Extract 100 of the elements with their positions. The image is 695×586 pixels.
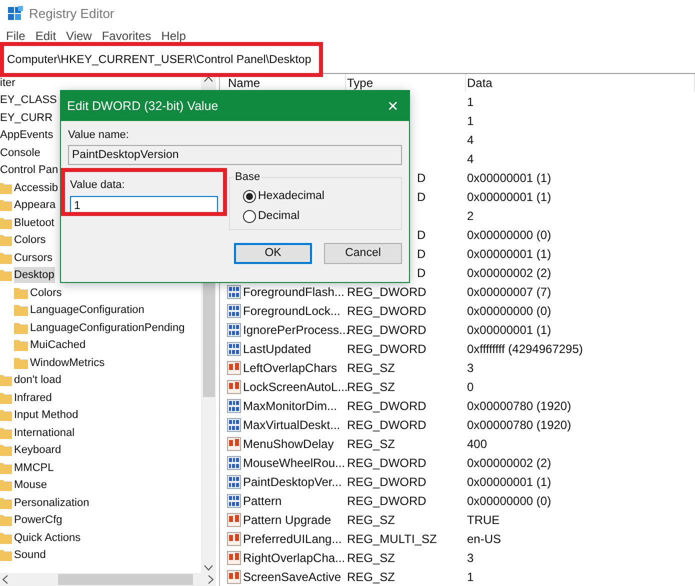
value-name[interactable]: MaxMonitorDim... — [243, 396, 338, 414]
binary-value-icon — [227, 418, 241, 432]
value-name[interactable]: Pattern — [243, 492, 282, 510]
radio-option[interactable]: Hexadecimal — [243, 188, 401, 204]
scroll-left-icon[interactable] — [2, 575, 8, 584]
value-name[interactable]: ScreenSaveActive — [243, 568, 342, 586]
value-name[interactable]: IgnorePerProcess... — [243, 320, 350, 338]
menu-item[interactable]: View — [66, 29, 92, 43]
value-name[interactable]: MenuShowDelay — [243, 434, 334, 452]
value-name[interactable]: PaintDesktopVer... — [243, 472, 342, 490]
value-type: REG_DWORD — [347, 284, 426, 300]
tree-item[interactable]: MuiCached — [30, 337, 87, 354]
tree-item[interactable]: MMCPL — [14, 460, 55, 476]
value-type: REG_SZ — [347, 550, 396, 566]
value-name[interactable]: MaxVirtualDeskt... — [243, 416, 340, 434]
tree-item[interactable]: don't load — [14, 372, 62, 388]
binary-value-icon — [227, 342, 241, 356]
scroll-right-icon[interactable] — [208, 575, 214, 584]
scrollbar-thumb[interactable] — [58, 574, 193, 585]
horizontal-scrollbar[interactable] — [0, 573, 216, 586]
radio-option[interactable]: Decimal — [243, 208, 401, 224]
binary-value-icon — [227, 322, 241, 336]
tree-item[interactable]: Sound — [14, 547, 47, 564]
value-data: 3 — [467, 550, 474, 566]
menu-item[interactable]: File — [6, 29, 26, 43]
value-name[interactable]: MouseWheelRou... — [243, 454, 346, 472]
folder-icon — [0, 269, 12, 282]
tree-item[interactable]: Input Method — [14, 407, 80, 424]
folder-icon — [14, 356, 28, 369]
address-bar[interactable]: Computer\HKEY_CURRENT_USER\Control Panel\Desktop — [7, 54, 312, 66]
tree-item[interactable]: Infrared — [14, 390, 53, 406]
tree-item[interactable]: Colors — [30, 284, 63, 301]
tree-item[interactable]: Colors — [14, 232, 47, 248]
value-name[interactable]: ForegroundLock... — [243, 302, 340, 320]
folder-icon — [0, 444, 12, 456]
value-data: 0x00000000 (0) — [467, 226, 552, 244]
field-label: Value name: — [68, 128, 130, 142]
folder-icon — [14, 322, 28, 334]
folder-icon — [0, 216, 12, 229]
value-name[interactable]: ForegroundFlash... — [243, 282, 344, 300]
value-data: 0x00000780 (1920) — [467, 398, 572, 414]
value-data: 2 — [467, 208, 474, 224]
column-header[interactable]: Data — [466, 74, 695, 92]
value-name[interactable]: Pattern Upgrade — [243, 510, 332, 528]
tree-item[interactable]: Control Pan — [0, 162, 60, 178]
value-type: REG_SZ — [347, 360, 396, 376]
value-data: 4 — [467, 150, 474, 168]
tree-item[interactable]: LanguageConfiguration — [30, 302, 146, 318]
tree-item[interactable]: LanguageConfigurationPending — [30, 320, 186, 336]
dialog-button[interactable]: OK — [234, 243, 312, 264]
tree-item[interactable]: International — [14, 424, 76, 441]
tree-item[interactable]: Keyboard — [14, 442, 62, 458]
tree-item[interactable]: Accessib — [14, 180, 60, 196]
value-type: REG_DWORD — [347, 322, 426, 338]
tree-item[interactable]: PowerCfg — [14, 512, 64, 528]
menu-item[interactable]: Edit — [35, 29, 56, 43]
value-type: REG_SZ — [347, 512, 396, 528]
value-name[interactable]: RightOverlapCha... — [243, 548, 346, 566]
tree-item[interactable]: Cursors — [14, 250, 54, 266]
value-data: 0x00000001 (1) — [467, 322, 552, 338]
value-name[interactable]: PreferredUILang... — [243, 530, 342, 548]
tree-item[interactable]: AppEvents — [0, 127, 54, 144]
menu-item[interactable]: Favorites — [102, 29, 152, 43]
dialog-button[interactable]: Cancel — [324, 243, 402, 264]
radio-icon[interactable] — [243, 210, 256, 222]
value-name[interactable]: LockScreenAutoL... — [243, 378, 348, 396]
value-name-field[interactable]: PaintDesktopVersion — [68, 145, 402, 165]
value-type: D — [417, 188, 426, 206]
tree-item[interactable]: iter — [0, 74, 16, 91]
value-name[interactable]: LastUpdated — [243, 340, 312, 358]
scroll-down-icon[interactable] — [204, 565, 213, 571]
radio-icon[interactable] — [243, 190, 256, 202]
window-title: Registry Editor — [29, 5, 114, 24]
string-value-icon — [227, 436, 241, 450]
close-button[interactable]: ✕ — [387, 99, 399, 113]
menu-item[interactable]: Help — [161, 29, 186, 43]
tree-item[interactable]: Personalization — [14, 494, 90, 511]
folder-icon — [14, 339, 28, 352]
value-data: 0x00000780 (1920) — [467, 416, 572, 434]
tree-item[interactable]: Bluetoot — [14, 214, 56, 231]
value-data: 0x00000001 (1) — [467, 246, 552, 262]
binary-value-icon — [227, 284, 241, 298]
value-type: REG_DWORD — [347, 474, 426, 490]
tree-item[interactable]: Desktop — [14, 267, 56, 284]
value-data: 0x00000001 (1) — [467, 474, 552, 490]
folder-icon — [14, 286, 28, 299]
tree-item[interactable]: Quick Actions — [14, 530, 82, 546]
value-data: 0xffffffff (4294967295) — [467, 340, 583, 358]
value-data: 0x00000002 (2) — [467, 264, 552, 282]
scroll-up-icon[interactable] — [204, 76, 213, 82]
tree-item[interactable]: EY_CURR — [0, 110, 54, 126]
folder-icon — [0, 532, 12, 544]
tree-item[interactable]: Console — [0, 144, 42, 161]
tree-item[interactable]: Mouse — [14, 477, 48, 494]
tree-item[interactable]: EY_CLASS — [0, 92, 58, 108]
tree-item[interactable]: WindowMetrics — [30, 354, 106, 371]
value-type: REG_DWORD — [347, 302, 426, 320]
tree-item[interactable]: Appeara — [14, 197, 57, 214]
folder-icon — [0, 392, 12, 404]
value-name[interactable]: LeftOverlapChars — [243, 358, 338, 376]
